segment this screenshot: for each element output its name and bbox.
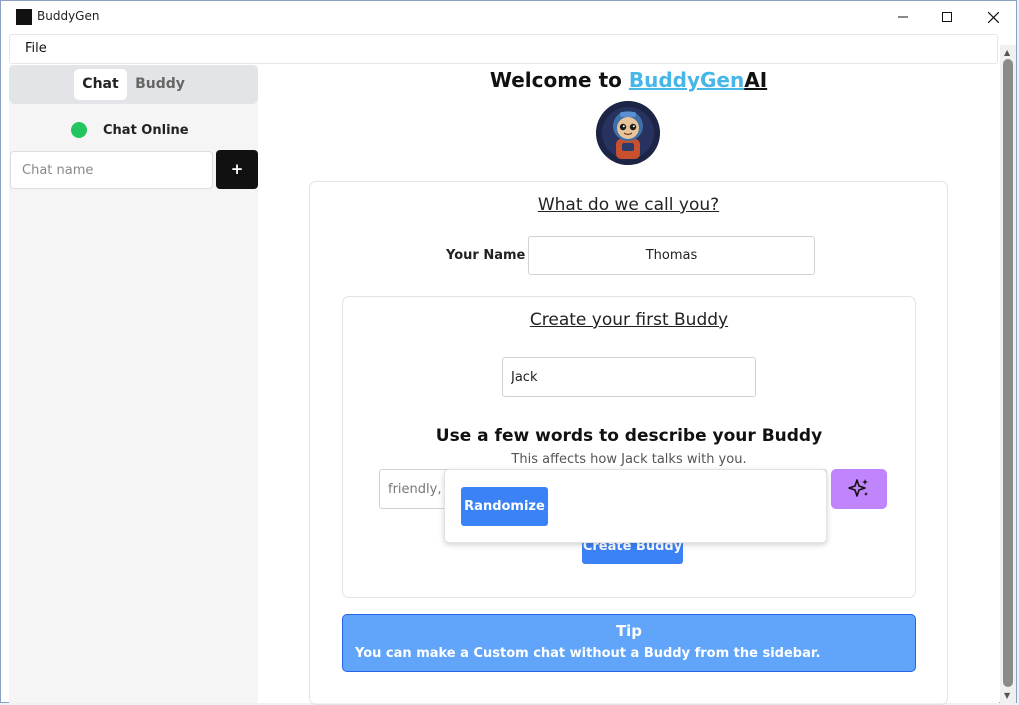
robot-avatar-icon [596, 101, 660, 165]
app-window: BuddyGen File Chat Buddy Chat Online + W… [0, 0, 1017, 705]
brand-link-ai[interactable]: AI [744, 68, 767, 92]
generate-description-button[interactable] [831, 469, 887, 509]
close-button[interactable] [970, 1, 1016, 33]
close-icon [987, 11, 999, 23]
tab-chat[interactable]: Chat [74, 69, 127, 100]
tip-banner: Tip You can make a Custom chat without a… [342, 614, 916, 672]
onboarding-card: What do we call you? Your Name Create yo… [309, 181, 948, 705]
tip-text: You can make a Custom chat without a Bud… [355, 646, 821, 661]
scrollbar-thumb[interactable] [1003, 59, 1013, 687]
maximize-button[interactable] [924, 1, 970, 33]
page-title: Welcome to BuddyGenAI [258, 68, 999, 92]
scroll-up-icon[interactable]: ▲ [1004, 48, 1010, 57]
sparkles-icon [848, 479, 868, 497]
randomize-popup: Randomize [444, 469, 827, 543]
maximize-icon [942, 12, 952, 22]
buddy-name-input[interactable] [502, 357, 756, 397]
main-content: Welcome to BuddyGenAI What do we call yo… [258, 65, 999, 705]
randomize-button[interactable]: Randomize [461, 487, 548, 526]
menu-file[interactable]: File [25, 41, 47, 56]
status-label: Chat Online [103, 122, 189, 138]
your-name-input[interactable] [528, 236, 815, 275]
describe-subtext: This affects how Jack talks with you. [511, 452, 747, 467]
scroll-down-icon[interactable]: ▼ [1004, 691, 1010, 700]
brand-link-buddygen[interactable]: BuddyGen [629, 68, 744, 92]
menu-bar: File [9, 34, 998, 64]
chat-status: Chat Online [71, 121, 189, 139]
status-dot-icon [71, 122, 87, 138]
buddy-avatar [596, 101, 660, 165]
welcome-prefix: Welcome to [489, 68, 629, 92]
create-heading: Create your first Buddy [529, 310, 729, 330]
title-bar: BuddyGen [1, 1, 1016, 33]
call-heading: What do we call you? [537, 195, 720, 215]
minimize-icon [898, 16, 908, 18]
create-buddy-card: Create your first Buddy Use a few words … [342, 296, 916, 598]
vertical-scrollbar[interactable]: ▲ ▼ [1000, 45, 1016, 703]
tab-buddy[interactable]: Buddy [131, 69, 189, 100]
minimize-button[interactable] [880, 1, 926, 33]
app-icon [16, 9, 32, 25]
chat-name-input[interactable] [10, 151, 213, 189]
describe-heading: Use a few words to describe your Buddy [435, 426, 823, 446]
add-chat-button[interactable]: + [216, 150, 258, 189]
sidebar-tabs: Chat Buddy [9, 65, 258, 104]
window-title: BuddyGen [37, 9, 100, 23]
sidebar: Chat Buddy Chat Online + [9, 65, 258, 703]
your-name-label: Your Name [446, 248, 526, 263]
tip-title: Tip [615, 622, 643, 640]
